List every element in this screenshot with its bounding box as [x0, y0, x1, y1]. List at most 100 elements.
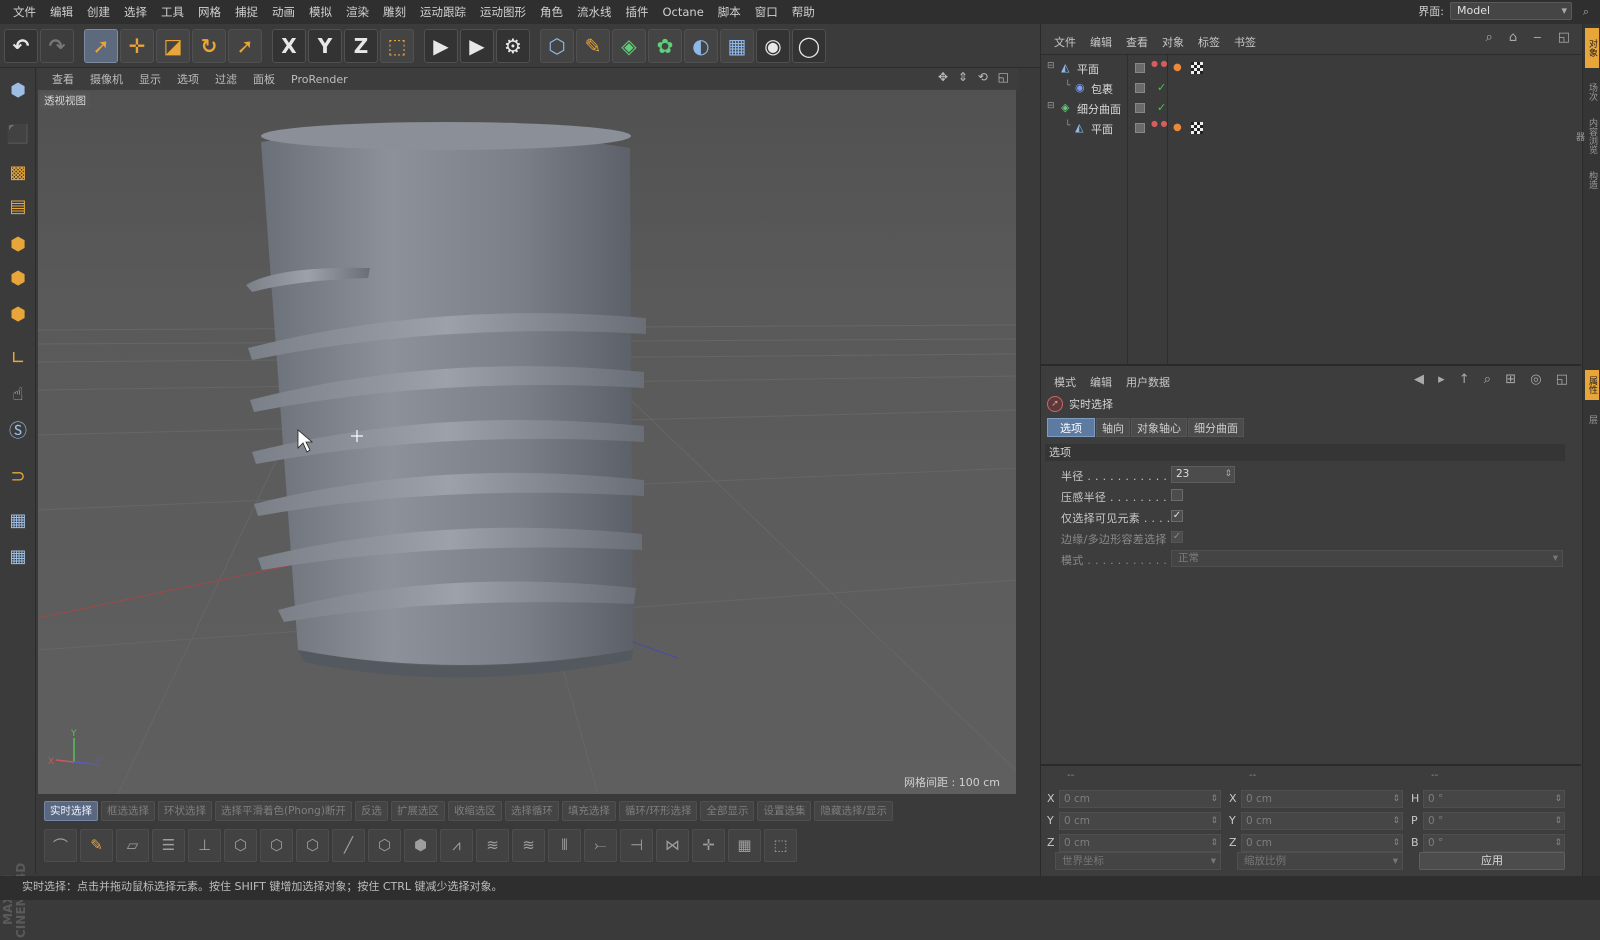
- attribute-menu-item-0[interactable]: 模式: [1047, 374, 1083, 390]
- perspective-viewport[interactable]: Y X Z 透视视图 网格间距 : 100 cm: [38, 90, 1016, 794]
- viewport-menu-item-2[interactable]: 显示: [131, 71, 169, 87]
- object-menu-item-3[interactable]: 对象: [1155, 34, 1191, 50]
- menu-item-10[interactable]: 雕刻: [376, 4, 413, 20]
- selection-tool-button-0[interactable]: 实时选择: [44, 801, 98, 821]
- snap-icon[interactable]: Ⓢ: [3, 414, 33, 446]
- property-checkbox[interactable]: ✓: [1171, 531, 1183, 543]
- menu-item-6[interactable]: 捕捉: [228, 4, 265, 20]
- object-menu-item-2[interactable]: 查看: [1119, 34, 1155, 50]
- attribute-menu-item-1[interactable]: 编辑: [1083, 374, 1119, 390]
- texture-mode-icon[interactable]: ▩: [3, 156, 33, 188]
- last-tool-icon[interactable]: ➚: [228, 28, 262, 63]
- smooth-shift-icon[interactable]: ≋: [476, 828, 509, 862]
- iron-icon[interactable]: ≋: [512, 828, 545, 862]
- selection-tool-button-10[interactable]: 全部显示: [700, 801, 755, 821]
- attribute-tab-3[interactable]: 细分曲面: [1188, 418, 1244, 437]
- attribute-menu-item-2[interactable]: 用户数据: [1119, 374, 1177, 390]
- redo-icon[interactable]: ↷: [40, 28, 74, 63]
- texture-tag-icon[interactable]: ●: [1173, 122, 1182, 133]
- menu-item-8[interactable]: 模拟: [302, 4, 339, 20]
- side-tab-0[interactable]: 对象: [1585, 28, 1599, 68]
- mirror-icon[interactable]: ⊣: [620, 828, 653, 862]
- attribute-manager-tools[interactable]: ◀ ▸ ↑ ⌕ ⊞ ◎ ◱: [1414, 372, 1573, 387]
- tweak-mode-icon[interactable]: ☝: [3, 378, 33, 410]
- radius-input[interactable]: 23: [1171, 466, 1235, 483]
- move-icon[interactable]: ✛: [120, 28, 154, 63]
- y-axis-icon[interactable]: Y: [308, 28, 342, 63]
- material-tag-icon[interactable]: [1191, 62, 1203, 74]
- menu-item-3[interactable]: 选择: [117, 4, 154, 20]
- menu-item-12[interactable]: 运动图形: [473, 4, 533, 20]
- property-checkbox[interactable]: [1171, 489, 1183, 501]
- coordinate-field[interactable]: 0 cm: [1059, 790, 1221, 808]
- side-tab-3[interactable]: 构造: [1585, 160, 1599, 200]
- melt-icon[interactable]: ▦: [728, 828, 761, 862]
- viewport-menu-item-5[interactable]: 面板: [245, 71, 283, 87]
- mode-dropdown[interactable]: 正常: [1171, 550, 1563, 567]
- world-coordinates-dropdown[interactable]: 世界坐标: [1055, 852, 1221, 870]
- object-menu-item-0[interactable]: 文件: [1047, 34, 1083, 50]
- live-select-icon[interactable]: ➚: [84, 28, 118, 63]
- extrude-inner-icon[interactable]: ⬡: [260, 828, 293, 862]
- floor-icon[interactable]: ▦: [720, 28, 754, 63]
- set-point-icon[interactable]: ⋈: [656, 828, 689, 862]
- attribute-tab-2[interactable]: 对象轴心: [1131, 418, 1187, 437]
- viewport-menu-item-4[interactable]: 过滤: [207, 71, 245, 87]
- add-point-icon[interactable]: ✛: [692, 828, 725, 862]
- selection-tool-button-7[interactable]: 选择循环: [504, 801, 559, 821]
- visibility-toggle-icon[interactable]: [1135, 63, 1145, 73]
- points-mode-icon[interactable]: ⬢: [3, 228, 33, 260]
- object-row[interactable]: ⊟ ◭ 平面 ● ● ●: [1041, 59, 1581, 79]
- expand-toggle-icon[interactable]: ⊟: [1047, 61, 1057, 71]
- axis-mode-icon[interactable]: ∟: [3, 342, 33, 374]
- coordinate-field[interactable]: 0 cm: [1059, 834, 1221, 852]
- menu-item-15[interactable]: 插件: [619, 4, 656, 20]
- object-menu-item-5[interactable]: 书签: [1227, 34, 1263, 50]
- knife-icon[interactable]: ☰: [152, 828, 185, 862]
- menu-item-7[interactable]: 动画: [265, 4, 302, 20]
- property-checkbox[interactable]: ✓: [1171, 510, 1183, 522]
- visibility-toggle-icon[interactable]: [1135, 123, 1145, 133]
- rotate-icon[interactable]: ↻: [192, 28, 226, 63]
- menu-item-16[interactable]: Octane: [656, 5, 711, 19]
- stitch-icon[interactable]: ⩘: [440, 828, 473, 862]
- coordinate-field[interactable]: 0 °: [1423, 834, 1565, 852]
- optimize-icon[interactable]: ⬚: [764, 828, 797, 862]
- object-row[interactable]: └ ◭ 平面 ● ● ●: [1041, 119, 1581, 139]
- selection-tool-button-6[interactable]: 收缩选区: [447, 801, 502, 821]
- menu-item-13[interactable]: 角色: [533, 4, 570, 20]
- cloner-icon[interactable]: ✿: [648, 28, 682, 63]
- coordinate-field[interactable]: 0 °: [1423, 812, 1565, 830]
- enabled-check-icon[interactable]: ✓: [1157, 101, 1166, 114]
- deformer-icon[interactable]: ◐: [684, 28, 718, 63]
- object-row[interactable]: └ ◉ 包裹 ✓: [1041, 79, 1581, 99]
- render-view-icon[interactable]: ▶: [424, 28, 458, 63]
- side-tab-1[interactable]: 场次: [1585, 72, 1599, 112]
- grid-snap-icon[interactable]: ▦: [3, 540, 33, 572]
- layout-dropdown[interactable]: Model: [1450, 2, 1572, 20]
- selection-tool-button-4[interactable]: 反选: [354, 801, 388, 821]
- slide-icon[interactable]: ⫴: [548, 828, 581, 862]
- selection-tool-button-2[interactable]: 环状选择: [158, 801, 212, 821]
- magnet-icon[interactable]: ⊃: [3, 460, 33, 492]
- cube-icon[interactable]: ⬡: [540, 28, 574, 63]
- spline-icon[interactable]: ⌒: [44, 828, 77, 862]
- object-row[interactable]: ⊟ ◈ 细分曲面 ✓: [1041, 99, 1581, 119]
- polygons-mode-icon[interactable]: ⬢: [3, 298, 33, 330]
- coordinate-field[interactable]: 0 cm: [1241, 790, 1403, 808]
- menu-item-17[interactable]: 脚本: [711, 4, 748, 20]
- make-editable-icon[interactable]: ⬢: [3, 74, 33, 106]
- model-mode-icon[interactable]: ⬛: [3, 118, 33, 150]
- layer-dots-icon[interactable]: ● ●: [1151, 120, 1168, 128]
- side-tab-5[interactable]: 层: [1585, 404, 1599, 434]
- bridge-icon[interactable]: ╱: [332, 828, 365, 862]
- menu-item-5[interactable]: 网格: [191, 4, 228, 20]
- coordinate-field[interactable]: 0 cm: [1059, 812, 1221, 830]
- side-tab-4[interactable]: 属性: [1585, 370, 1599, 400]
- menu-item-2[interactable]: 创建: [80, 4, 117, 20]
- expand-toggle-icon[interactable]: ⊟: [1047, 101, 1057, 111]
- menu-item-19[interactable]: 帮助: [785, 4, 822, 20]
- workplane-lock-icon[interactable]: ▦: [3, 504, 33, 536]
- z-axis-icon[interactable]: Z: [344, 28, 378, 63]
- viewport-menu-item-0[interactable]: 查看: [44, 71, 82, 87]
